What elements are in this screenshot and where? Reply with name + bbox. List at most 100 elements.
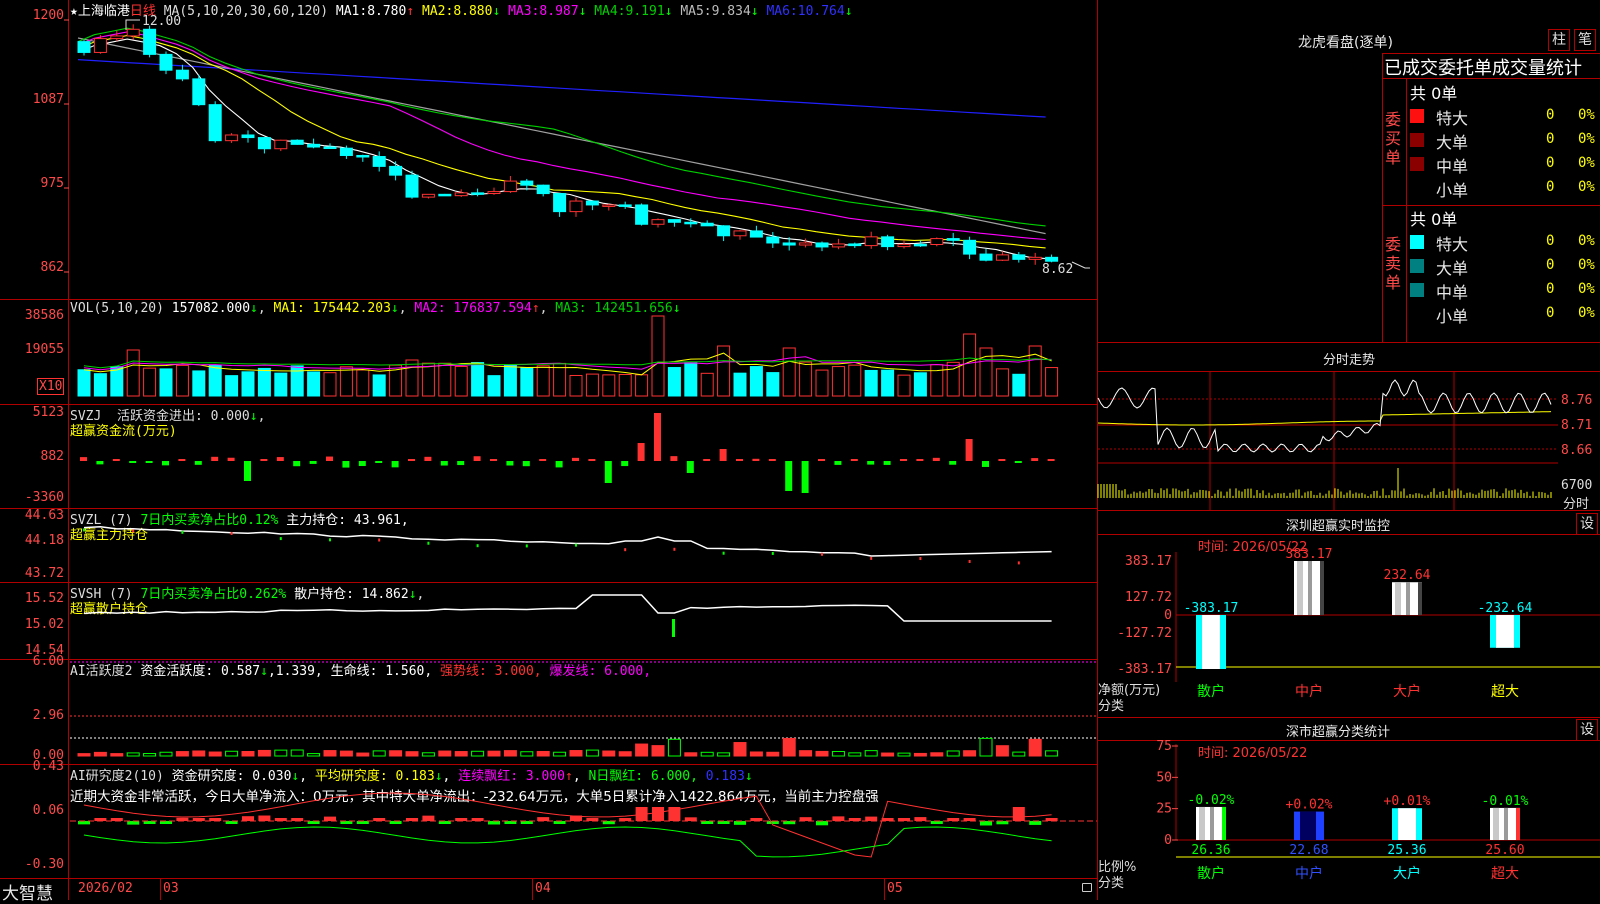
svzj-pane[interactable]: SVZJ 活跃资金进出: 0.000↓, 超赢资金流(万元) 5123 882 … (0, 405, 1097, 508)
candle (241, 134, 255, 139)
candle (126, 28, 140, 37)
sell-pct: 0% (1578, 305, 1595, 321)
ai-activity-bar (356, 752, 370, 757)
volume-bar (503, 364, 517, 397)
svzj-bar (637, 443, 645, 461)
ai-activity-bar (553, 751, 567, 757)
ai-research-bar (914, 817, 927, 821)
ai-activity-bar (700, 751, 714, 757)
svzl-tick (821, 552, 823, 556)
ai-activity-bar (864, 750, 878, 757)
svzj-bar (490, 459, 497, 461)
candle (799, 242, 813, 246)
sell-count: 0 (1546, 281, 1555, 297)
svzl-tick (624, 548, 627, 552)
svzj-bar (654, 413, 661, 461)
candle (831, 243, 845, 248)
ai-research-pane[interactable]: AI研究度2(10) 资金研究度: 0.030↓, 平均研究度: 0.183↓,… (0, 759, 1097, 878)
volume-bar (225, 375, 239, 397)
candle (881, 236, 895, 248)
candle (110, 35, 124, 40)
ai-activity-bar (979, 737, 993, 757)
volume-bar (618, 373, 632, 397)
classify-panel: 深市超赢分类统计 设 时间: 2026/05/22 比例% 分类 0 25 50 75… (1098, 718, 1600, 900)
svzj-bar (162, 461, 169, 466)
ai-activity-bar (782, 737, 796, 757)
volume-pane[interactable]: VOL(5,10,20) 157082.000↓, MA1: 175442.20… (0, 300, 1097, 404)
ai-research-bar (127, 821, 140, 825)
volume-bar (815, 369, 829, 397)
candle (520, 180, 534, 186)
svsh-pane[interactable]: SVSH (7) 7日内买卖净占比0.262% 散户持仓: 14.862↓, 超… (0, 583, 1097, 659)
volume-bar (684, 362, 698, 397)
lock-icon[interactable] (1082, 883, 1092, 892)
svzj-bar (244, 461, 251, 481)
low-pointer (1071, 261, 1090, 269)
sell-orders-label: 委卖单 (1385, 235, 1402, 292)
volume-bar (553, 362, 567, 397)
buy-pct: 0% (1578, 131, 1595, 147)
candle (143, 28, 157, 55)
ai-activity-bar (93, 751, 107, 757)
dragon-label-col (1406, 78, 1407, 343)
classify-bar-chart: 0 25 50 75 -0.02% 26.36 散户 +0.02% 22.68 中户 +0.01% 2… (1156, 739, 1600, 882)
dragon-tabs[interactable]: 已成交委托单成交量统计 (1384, 54, 1582, 80)
svzj-bar (719, 449, 727, 461)
candle (339, 147, 353, 156)
bar-mode-button[interactable]: 柱 (1548, 29, 1570, 51)
ai-research-bar (537, 817, 550, 821)
volume-bar (635, 374, 649, 397)
intraday-avg-line (1097, 411, 1552, 426)
intraday-chart[interactable] (1097, 343, 1600, 511)
candle (405, 174, 419, 198)
intraday-panel[interactable]: 分时走势 8.76 8.71 8.66 6700 分时 (1097, 343, 1600, 512)
sell-pct: 0% (1578, 281, 1595, 297)
monitor-category-label: 大户 (1393, 683, 1421, 700)
svzl-tick (427, 541, 430, 545)
ai-activity-bar (717, 752, 731, 757)
svzl-pane[interactable]: SVZL (7) 7日内买卖净占比0.12% 主力持仓: 43.961, 超赢主… (0, 508, 1097, 582)
date-label-mar: 03 (163, 881, 179, 896)
svzl-tick (181, 530, 184, 534)
ai-activity-pane[interactable]: AI活跃度2 资金活跃度: 0.587↓,1.339, 生命线: 1.560, … (0, 654, 1097, 764)
ai-activity-bar (438, 750, 452, 757)
ai-activity-bar (881, 752, 895, 757)
volume-bar (192, 370, 206, 397)
price-pane[interactable]: ★上海临港日线 MA(5,10,20,30,60,120) MA1:8.780↑… (0, 0, 1097, 299)
research-line (83, 826, 1052, 858)
ai-activity-bar (799, 750, 813, 757)
candle (159, 53, 173, 71)
date-axis: 大智慧 2026/02 03 04 05 (0, 879, 1097, 904)
ai-activity-bar (815, 750, 829, 757)
ai-activity-bar (684, 752, 698, 757)
tick-mode-button[interactable]: 笔 (1574, 29, 1596, 51)
svzj-bar (949, 461, 957, 465)
monitor-panel: 深圳超赢实时监控 设 时间: 2026/05/22 净额(万元) 分类 383.… (1098, 512, 1600, 718)
ai-research-chart (70, 792, 1097, 858)
svzl-tick (919, 557, 922, 561)
candlestick-chart[interactable] (0, 0, 1097, 299)
buy-pct: 0% (1578, 155, 1595, 171)
monitor-inflow-bar-edge (1418, 582, 1422, 615)
monitor-category-label: 超大 (1491, 684, 1519, 700)
buy-count: 0 (1546, 179, 1555, 195)
svsh-hold-line (83, 594, 1052, 622)
svzl-hold-line (83, 526, 1052, 557)
ai-research-bar (816, 821, 828, 826)
ai-activity-bar (290, 749, 304, 757)
ai-activity-bar (143, 753, 157, 757)
monitor-outflow-bar-core (1496, 615, 1514, 648)
svzj-bars (80, 413, 1055, 493)
volume-bar (963, 333, 977, 397)
candle (536, 184, 550, 195)
volume-bar (356, 369, 370, 397)
date-label-apr: 04 (535, 881, 551, 896)
buy-pct: 0% (1578, 107, 1595, 123)
monitor-category-label: 中户 (1295, 683, 1323, 700)
buy-color-swatch (1410, 133, 1424, 147)
buy-color-swatch (1410, 157, 1424, 171)
svzj-bar (768, 459, 776, 461)
sell-pct: 0% (1578, 233, 1595, 249)
candle (1028, 256, 1042, 260)
candle (454, 192, 468, 197)
